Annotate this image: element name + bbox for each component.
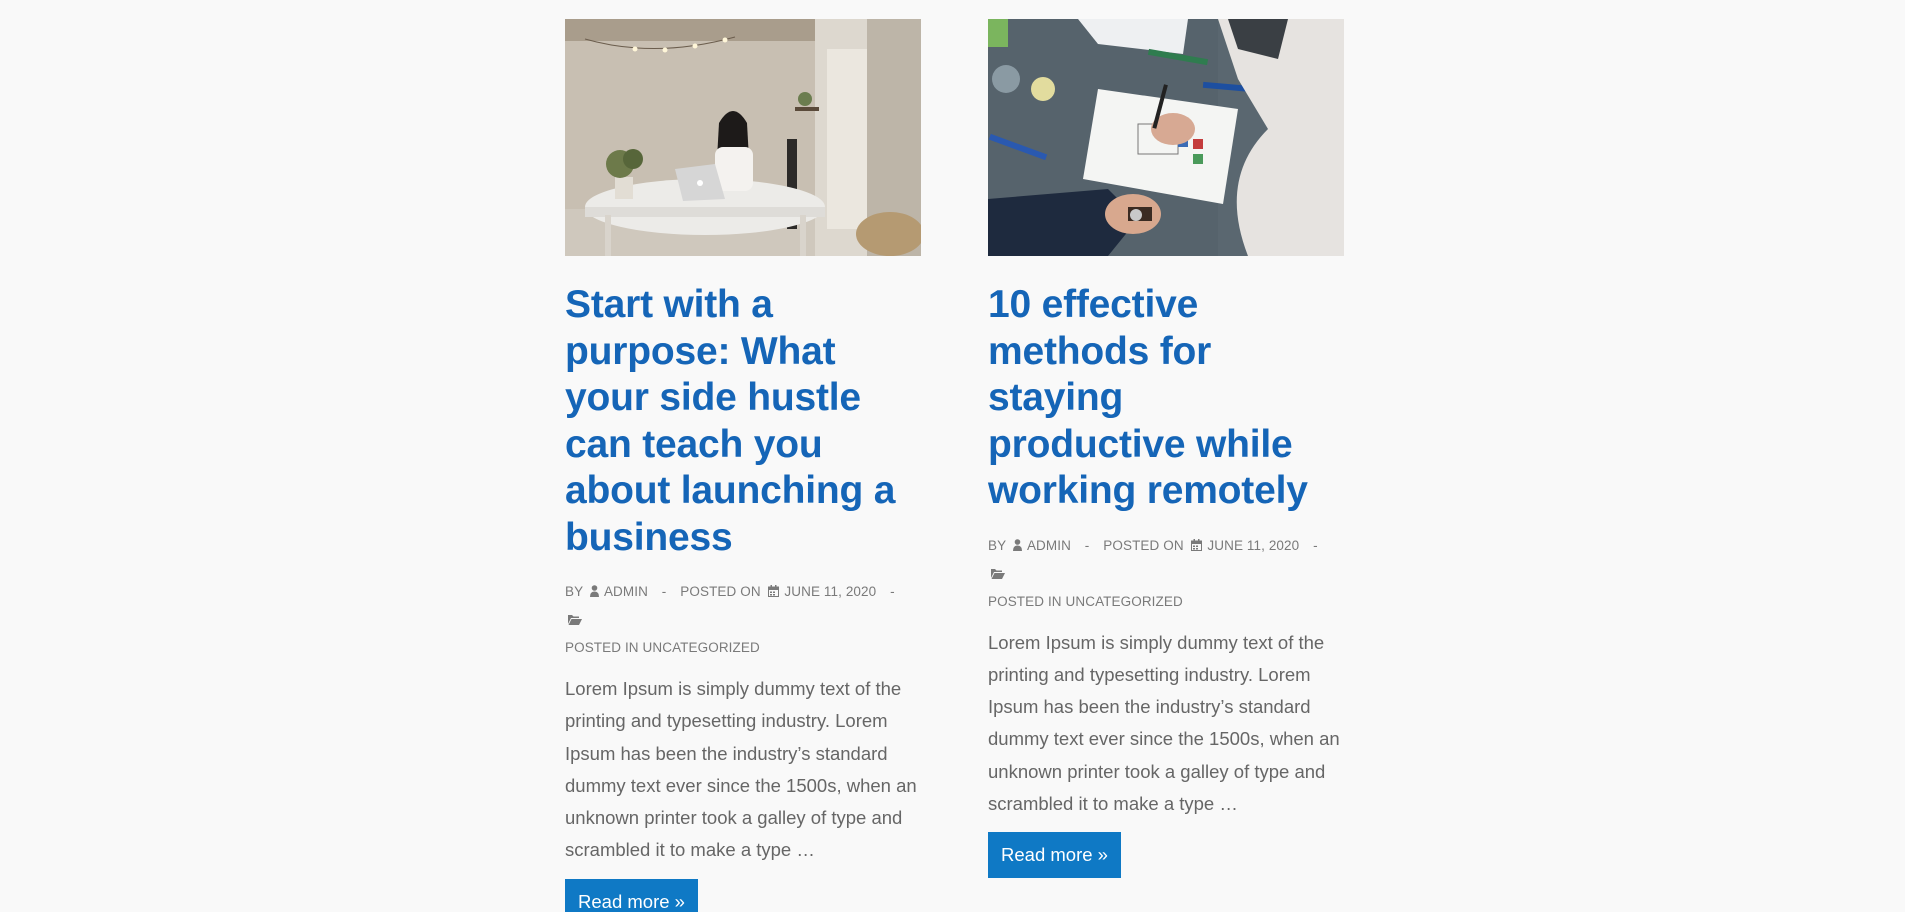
post-date-link[interactable]: June 11, 2020 [1207,538,1299,553]
posted-in-label: Posted in [988,593,1062,609]
meta-separator: - [1084,537,1090,553]
user-icon [589,579,599,606]
post-title-link[interactable]: Start with a purpose: What your side hus… [565,282,921,561]
post-meta: By admin - Posted on June 11, 2020 - Pos… [988,532,1344,615]
folder-open-icon [991,561,1005,588]
user-icon [1012,533,1022,560]
meta-separator: - [1313,537,1318,553]
category-link[interactable]: Uncategorized [643,640,760,655]
read-more-button[interactable]: Read more » [565,878,698,912]
post-title-link[interactable]: 10 effective methods for staying product… [988,282,1344,515]
post-thumbnail-link[interactable] [565,19,921,256]
by-label: By [988,537,1006,553]
author-link[interactable]: admin [604,584,648,599]
calendar-icon [767,579,779,606]
folder-open-icon [568,607,582,634]
post-date-link[interactable]: June 11, 2020 [784,584,876,599]
posted-in-label: Posted in [565,640,639,655]
woman-with-laptop-photo [565,19,921,256]
read-more-button[interactable]: Read more » [988,832,1121,879]
posted-on-label: Posted on [680,584,761,599]
post-meta: By admin - Posted on June 11, 2020 - Pos… [565,578,921,661]
author-link[interactable]: admin [1027,538,1071,553]
category-link[interactable]: Uncategorized [1066,594,1183,609]
post-excerpt: Lorem Ipsum is simply dummy text of the … [988,631,1340,814]
by-label: By [565,584,583,599]
blog-post-card: Start with a purpose: What your side hus… [565,19,921,912]
calendar-icon [1190,533,1202,560]
meta-separator: - [890,584,895,599]
post-excerpt: Lorem Ipsum is simply dummy text of the … [565,678,917,861]
post-thumbnail-link[interactable] [988,19,1344,256]
blog-post-card: 10 effective methods for staying product… [988,19,1344,879]
meta-separator: - [661,584,667,599]
posted-on-label: Posted on [1103,537,1184,553]
hands-sketching-photo [988,19,1344,256]
